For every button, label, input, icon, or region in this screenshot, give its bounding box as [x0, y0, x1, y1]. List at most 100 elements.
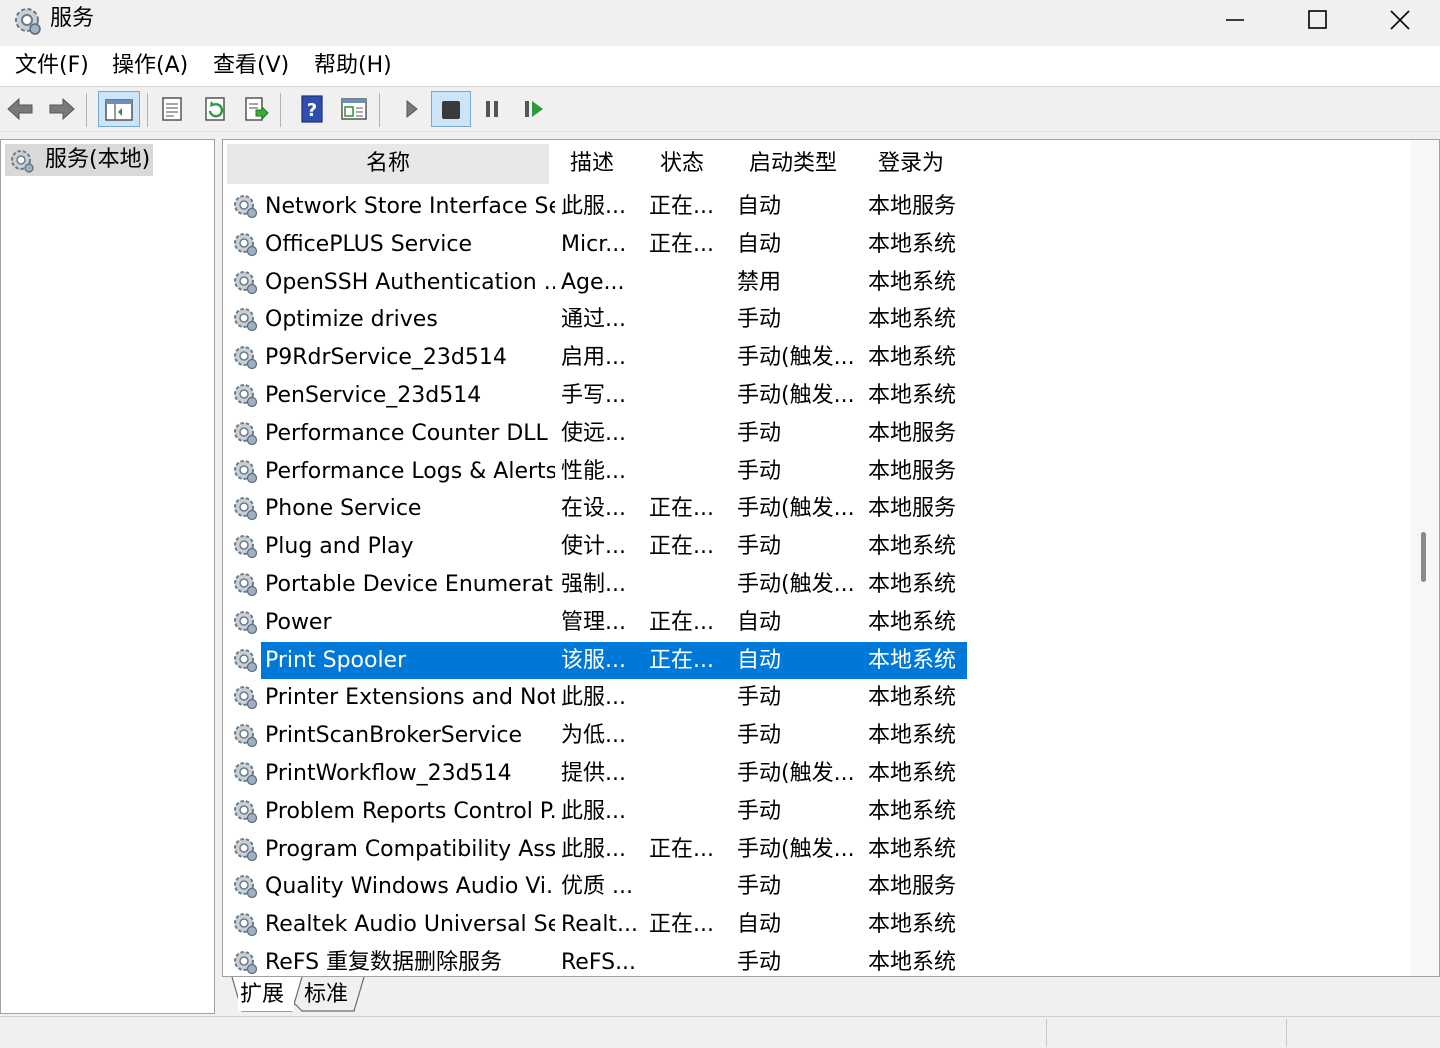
service-log-on-as: 本地系统: [868, 534, 957, 560]
start-service-icon: [406, 99, 418, 119]
service-log-on-as: 本地系统: [868, 345, 957, 371]
column-header-log-on-as[interactable]: 登录为: [863, 144, 959, 184]
service-name: Portable Device Enumerat...: [265, 572, 555, 597]
window-title: 服务: [50, 6, 95, 31]
service-name: PrintWorkflow_23d514: [265, 761, 512, 786]
table-row[interactable]: OfficePLUS Service Micr... 正在... 自动 本地系统: [223, 226, 1413, 264]
service-status: [649, 301, 725, 339]
table-row[interactable]: Performance Logs & Alerts 性能... 手动 本地服务: [223, 453, 1413, 491]
menu-view[interactable]: 查看(V): [213, 52, 289, 80]
service-name: PrintScanBrokerService: [265, 723, 523, 749]
service-gear-icon: [231, 268, 261, 302]
table-row[interactable]: Performance Counter DLL ... 使远... 手动 本地服务: [223, 415, 1413, 453]
service-status: 正在...: [649, 496, 714, 522]
minimize-icon: [1226, 19, 1244, 21]
service-startup-type: 手动(触发...: [737, 496, 855, 522]
service-description: 此服...: [561, 685, 626, 711]
properties-button[interactable]: [154, 91, 190, 127]
forward-button[interactable]: [44, 91, 80, 127]
service-log-on-as: 本地系统: [868, 572, 957, 597]
toolbar-separator: [379, 93, 380, 127]
table-row[interactable]: PrintScanBrokerService 为低... 手动 本地系统: [223, 717, 1413, 755]
table-row[interactable]: Power 管理... 正在... 自动 本地系统: [223, 604, 1413, 642]
close-button[interactable]: [1359, 0, 1440, 40]
table-row-selected[interactable]: Print Spooler 该服... 正在... 自动 本地系统: [223, 641, 1413, 680]
service-log-on-as: 本地系统: [868, 761, 957, 786]
restart-service-button[interactable]: [515, 91, 551, 127]
table-row[interactable]: Optimize drives 通过... 手动 本地系统: [223, 301, 1413, 339]
table-row[interactable]: Printer Extensions and Noti... 此服... 手动 本地系…: [223, 679, 1413, 717]
scrollbar-thumb[interactable]: [1421, 532, 1426, 582]
view-button[interactable]: [336, 91, 372, 127]
console-tree-pane: 服务(本地): [0, 139, 215, 1014]
menu-file[interactable]: 文件(F): [15, 52, 89, 80]
minimize-button[interactable]: [1195, 0, 1277, 40]
service-description: Realt...: [561, 912, 637, 938]
back-button[interactable]: [2, 91, 38, 127]
table-row[interactable]: Program Compatibility Assi... 此服... 正在... 手…: [223, 831, 1413, 869]
table-row[interactable]: Phone Service 在设... 正在... 手动(触发... 本地服务: [223, 490, 1413, 528]
export-list-button[interactable]: [238, 91, 274, 127]
service-description: 使计...: [561, 534, 626, 560]
service-description: 在设...: [561, 496, 626, 522]
service-description: Age...: [561, 269, 625, 295]
service-gear-icon: [231, 835, 261, 869]
service-status: [649, 339, 725, 377]
service-log-on-as: 本地服务: [868, 874, 957, 900]
table-row[interactable]: OpenSSH Authentication ... Age... 禁用 本地系统: [223, 264, 1413, 302]
service-log-on-as: 本地系统: [868, 269, 957, 295]
table-row[interactable]: PenService_23d514 手写... 手动(触发... 本地系统: [223, 377, 1413, 415]
service-name: Optimize drives: [265, 307, 438, 333]
toolbar: ?: [0, 87, 1440, 132]
help-button[interactable]: ?: [294, 91, 330, 127]
vertical-scrollbar[interactable]: [1411, 140, 1439, 976]
table-row[interactable]: Plug and Play 使计... 正在... 手动 本地系统: [223, 528, 1413, 566]
service-name: Problem Reports Control P...: [265, 798, 555, 824]
column-header-name[interactable]: 名称: [227, 144, 549, 184]
service-startup-type: 手动: [737, 685, 782, 711]
column-header-description[interactable]: 描述: [555, 144, 629, 184]
menu-action[interactable]: 操作(A): [112, 52, 188, 80]
service-name: Print Spooler: [265, 647, 407, 673]
service-gear-icon: [231, 494, 261, 528]
service-name: P9RdrService_23d514: [265, 345, 507, 371]
table-row[interactable]: Problem Reports Control P... 此服... 手动 本地系统: [223, 793, 1413, 831]
service-status: 正在...: [649, 912, 714, 938]
toolbar-separator: [147, 93, 148, 127]
service-gear-icon: [231, 532, 261, 566]
column-header: 名称 描述 状态 启动类型 登录为: [223, 140, 1413, 188]
service-startup-type: 自动: [737, 231, 782, 257]
maximize-button[interactable]: [1277, 0, 1359, 40]
tree-item-services-local[interactable]: 服务(本地): [5, 144, 153, 176]
table-row[interactable]: Portable Device Enumerat... 强制... 手动(触发...…: [223, 566, 1413, 604]
stop-service-button[interactable]: [431, 91, 471, 127]
stop-service-icon: [442, 101, 460, 119]
svg-text:?: ?: [307, 100, 317, 121]
table-row[interactable]: Quality Windows Audio Vi... 优质 ... 手动 本地服务: [223, 868, 1413, 906]
service-name: Printer Extensions and Noti...: [265, 685, 555, 711]
table-row[interactable]: PrintWorkflow_23d514 提供... 手动(触发... 本地系统: [223, 755, 1413, 793]
service-name: Performance Logs & Alerts: [265, 458, 555, 484]
table-row[interactable]: P9RdrService_23d514 启用... 手动(触发... 本地系统: [223, 339, 1413, 377]
service-gear-icon: [231, 570, 261, 604]
tab-extended[interactable]: 扩展: [238, 977, 294, 1011]
service-gear-icon: [231, 646, 261, 680]
column-header-status[interactable]: 状态: [643, 144, 721, 184]
service-description: 强制...: [561, 572, 626, 597]
pause-service-button[interactable]: [474, 91, 510, 127]
menu-help[interactable]: 帮助(H): [314, 52, 392, 80]
service-status: [649, 566, 725, 604]
table-row[interactable]: Realtek Audio Universal Se... Realt... 正在.…: [223, 906, 1413, 944]
table-row[interactable]: ReFS 重复数据删除服务 ReFS... 手动 本地系统: [223, 944, 1413, 976]
tab-standard[interactable]: 标准: [304, 977, 364, 1011]
service-log-on-as: 本地服务: [868, 420, 957, 446]
toolbar-separator: [86, 93, 87, 127]
console-tree-button[interactable]: [98, 91, 140, 127]
refresh-button[interactable]: [197, 91, 233, 127]
start-service-button[interactable]: [392, 91, 428, 127]
service-name: OfficePLUS Service: [265, 231, 473, 257]
service-gear-icon: [231, 721, 261, 755]
column-header-startup-type[interactable]: 启动类型: [733, 144, 853, 184]
service-description: 优质 ...: [561, 874, 633, 900]
table-row[interactable]: Network Store Interface Se... 此服... 正在... 自…: [223, 188, 1413, 226]
